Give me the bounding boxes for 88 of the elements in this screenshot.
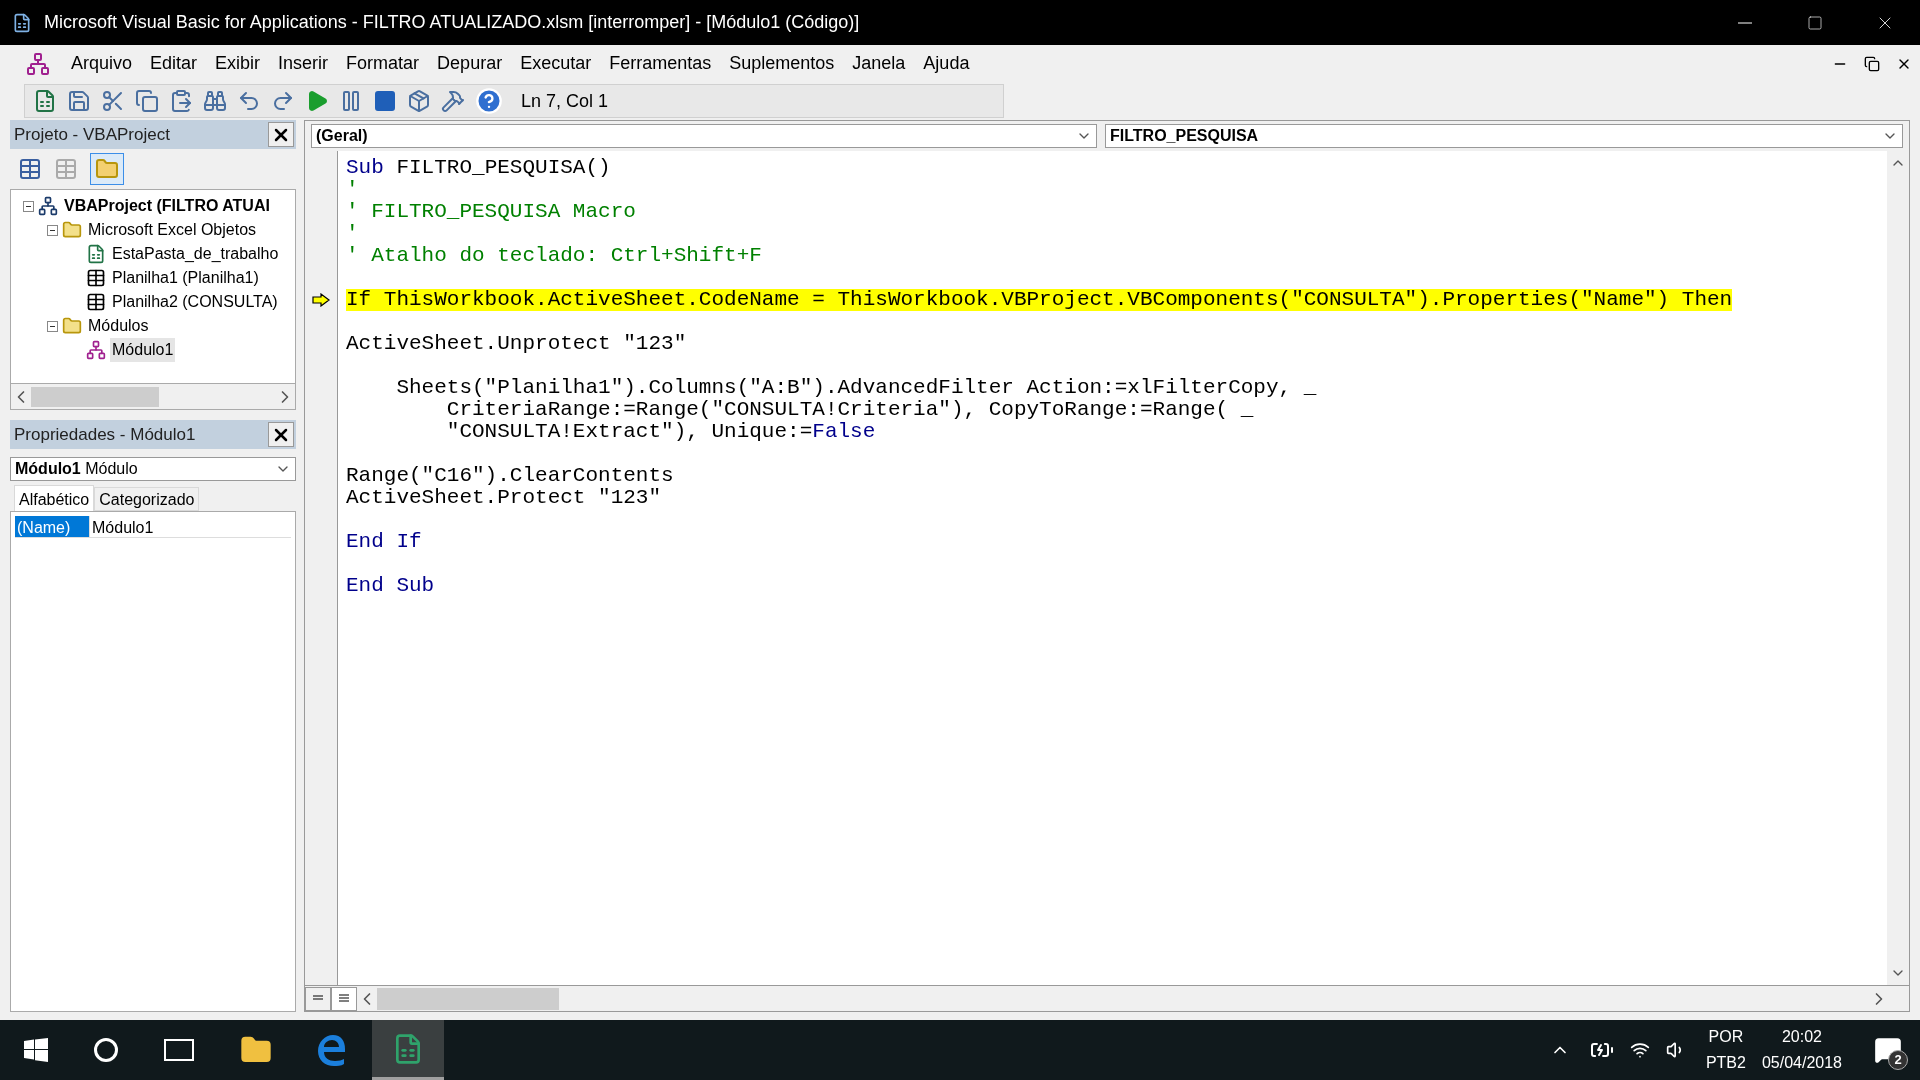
module-icon [86, 340, 106, 360]
procedure-view-button[interactable] [305, 986, 331, 1011]
window-title: Microsoft Visual Basic for Applications - FILTRO ATUALIZADO.xlsm [interromper] - [Módulo1 (Código)] [44, 11, 861, 34]
menu-item[interactable]: Formatar [337, 50, 429, 77]
tree-item[interactable]: Planilha2 (CONSULTA) [110, 290, 280, 314]
box-icon[interactable] [407, 89, 431, 113]
folder-icon [62, 220, 82, 240]
tree-item[interactable]: EstaPasta_de_trabalho [110, 242, 281, 266]
code-line: Sub FILTRO_PESQUISA() [346, 157, 611, 179]
lines-icon [339, 994, 349, 1003]
menu-item[interactable]: Editar [141, 50, 207, 77]
minimize-icon [1738, 21, 1752, 24]
language-indicator[interactable]: POR PTB2 [1705, 1024, 1746, 1076]
copy-icon[interactable] [135, 89, 159, 113]
sheet-icon [86, 292, 106, 312]
stop-icon[interactable] [373, 89, 397, 113]
tree-item[interactable]: Módulos [86, 314, 151, 338]
code-line: ' [346, 179, 359, 201]
object-dropdown[interactable]: Módulo1 Módulo [10, 457, 296, 481]
cursor-position: Ln 7, Col 1 [521, 89, 609, 113]
save-icon[interactable] [67, 89, 91, 113]
menu-item[interactable]: Depurar [428, 50, 512, 77]
code-line: ' FILTRO_PESQUISA Macro [346, 201, 636, 223]
arrow-icon [312, 293, 330, 307]
scrollbar-thumb[interactable] [31, 386, 159, 407]
project-icon [38, 196, 58, 216]
menu-item[interactable]: Suplementos [720, 50, 844, 77]
code-line: End Sub [346, 575, 435, 597]
full-module-view-button[interactable] [331, 986, 357, 1011]
pane-title: Propriedades - Módulo1 [14, 423, 196, 446]
code-line: Sheets("Planilha1").Columns("A:B").AdvancedFilter Action:=xlFilterCopy, _ [395, 377, 1317, 399]
code-line: "CONSULTA!Extract"), Unique:=False [445, 421, 876, 443]
undo-icon[interactable] [237, 89, 261, 113]
tab[interactable]: Categorizado [94, 487, 200, 511]
app-icon [12, 12, 32, 33]
search-icon[interactable] [94, 1038, 118, 1062]
clock-time[interactable]: 20:02 [1781, 1024, 1822, 1050]
code-line: ' Atalho do teclado: Ctrl+Shift+F [346, 245, 762, 267]
maximize-icon [1807, 14, 1823, 31]
expander-box[interactable] [47, 224, 58, 236]
property-value[interactable]: Módulo1 [89, 516, 291, 537]
menu-item[interactable]: Janela [843, 50, 915, 77]
tree-item[interactable]: VBAProject (FILTRO ATUAI [62, 194, 272, 218]
tree-item[interactable]: Microsoft Excel Objetos [86, 218, 259, 242]
menu-item[interactable]: Arquivo [62, 50, 142, 77]
procedure-dropdown[interactable]: FILTRO_PESQUISA [1105, 124, 1903, 148]
task-view-icon[interactable] [164, 1039, 194, 1061]
view-object-icon[interactable] [18, 157, 42, 181]
menu-item[interactable]: Ajuda [914, 50, 979, 77]
tree-item[interactable]: Módulo1 [110, 338, 176, 362]
scrollbar-thumb[interactable] [377, 987, 559, 1010]
redo-icon[interactable] [271, 89, 295, 113]
paste-icon[interactable] [169, 89, 193, 113]
cut-icon[interactable] [101, 89, 125, 113]
close-button[interactable] [268, 422, 294, 447]
wifi-icon[interactable] [1629, 1040, 1650, 1060]
toggle-folders-button[interactable] [90, 153, 124, 185]
object-dropdown[interactable]: (Geral) [311, 124, 1097, 148]
workbook-icon [86, 244, 106, 264]
notification-count: 2 [1888, 1050, 1908, 1070]
restore-icon[interactable] [1864, 55, 1880, 72]
folder-icon [95, 157, 119, 181]
tree-item[interactable]: Planilha1 (Planilha1) [110, 266, 261, 290]
binoculars-icon[interactable] [203, 89, 227, 113]
hammer-icon[interactable] [441, 89, 465, 113]
clock-date[interactable]: 05/04/2018 [1761, 1050, 1842, 1076]
menu-item[interactable]: Inserir [269, 50, 338, 77]
menu-item[interactable]: Exibir [206, 50, 270, 77]
menu-item[interactable]: Ferramentas [600, 50, 721, 77]
help-icon[interactable] [475, 87, 503, 115]
code-line: End If [346, 531, 422, 553]
menu-item[interactable]: Executar [511, 50, 601, 77]
lines-icon [313, 994, 323, 1003]
code-line: Range("C16").ClearContents [346, 465, 674, 487]
sheet-icon [86, 268, 106, 288]
code-line: ActiveSheet.Protect "123" [346, 487, 662, 509]
code-line: CriteriaRange:=Range("CONSULTA!Criteria"), CopyToRange:=Range( _ [445, 399, 1254, 421]
expander-box[interactable] [23, 200, 34, 212]
folder-icon [62, 316, 82, 336]
pane-title: Projeto - VBAProject [14, 123, 170, 146]
expander-box[interactable] [47, 320, 58, 332]
code-line: ActiveSheet.Unprotect "123" [346, 333, 687, 355]
close-button[interactable] [268, 122, 294, 147]
code-line: ' [346, 223, 359, 245]
horizontal-scrollbar[interactable] [10, 384, 296, 410]
windows-start-icon[interactable] [24, 1038, 48, 1062]
tab[interactable]: Alfabético [14, 485, 95, 511]
property-name[interactable]: (Name) [15, 516, 89, 537]
